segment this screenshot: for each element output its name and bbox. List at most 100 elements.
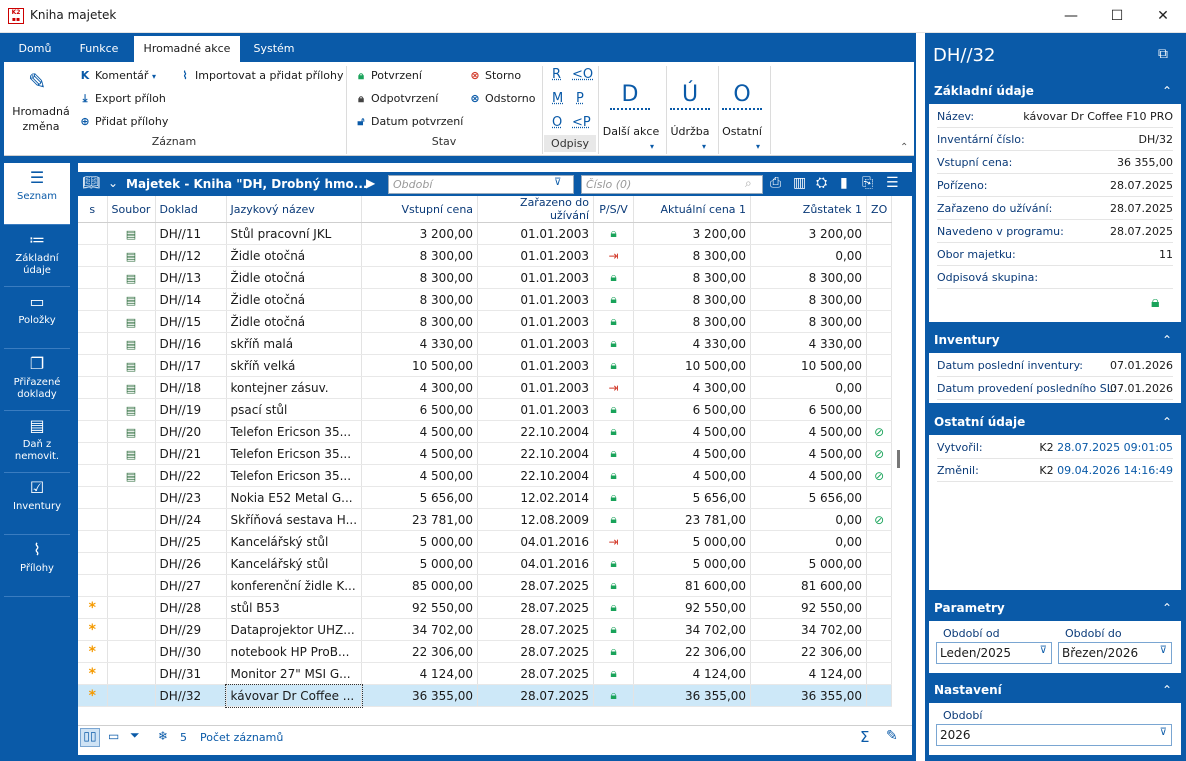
- file-icon[interactable]: ▤: [126, 316, 136, 329]
- col-vstupni-cena[interactable]: Vstupní cena: [361, 196, 479, 223]
- odpis-lo-button[interactable]: <O: [572, 67, 593, 82]
- file-icon[interactable]: ▤: [126, 448, 136, 461]
- file-icon[interactable]: ▤: [126, 338, 136, 351]
- col-doklad[interactable]: Doklad: [155, 196, 227, 223]
- group-icon[interactable]: ⛭: [816, 175, 827, 191]
- table-row[interactable]: ▤ DH//14 Židle otočná 8 300,00 01.01.2003 🔒︎ 8…: [78, 288, 893, 311]
- book-icon[interactable]: 📖︎: [82, 175, 100, 191]
- splitter[interactable]: [916, 33, 925, 761]
- table-row[interactable]: ▤ DH//15 Židle otočná 8 300,00 01.01.2003 🔒︎ 8…: [78, 310, 893, 333]
- table-row[interactable]: ▤ DH//13 Židle otočná 8 300,00 01.01.2003 🔒︎ 8…: [78, 266, 893, 289]
- tab-system[interactable]: Systém: [244, 36, 304, 62]
- table-row[interactable]: ▤ DH//19 psací stůl 6 500,00 01.01.2003 🔒︎ 6 5…: [78, 398, 893, 421]
- col-zo[interactable]: ZO: [866, 196, 893, 223]
- collapse-ribbon-icon[interactable]: ⌃: [900, 142, 908, 153]
- search-icon[interactable]: ⌕: [745, 176, 752, 191]
- scrollbar-thumb[interactable]: [897, 450, 900, 468]
- collapse-icon[interactable]: ⌃: [1157, 411, 1177, 433]
- col-s[interactable]: s: [78, 196, 108, 223]
- sidebar-item-seznam[interactable]: ☰ Seznam: [4, 163, 70, 225]
- section-ostatni-udaje-header[interactable]: Ostatní údaje ⌃: [929, 411, 1181, 433]
- menu-icon[interactable]: ☰: [886, 175, 899, 191]
- section-nastaveni-header[interactable]: Nastavení ⌃: [929, 679, 1181, 701]
- tab-domu[interactable]: Domů: [6, 36, 64, 62]
- close-button[interactable]: ✕: [1140, 0, 1186, 32]
- table-row[interactable]: ▤ DH//22 Telefon Ericson 35... 4 500,00 22.1…: [78, 464, 893, 487]
- print-icon[interactable]: ⎙: [770, 175, 781, 191]
- udrzba-button[interactable]: Údržba: [668, 125, 712, 138]
- table-row[interactable]: ▤ DH//17 skříň velká 10 500,00 01.01.2003 🔒︎ 1…: [78, 354, 893, 377]
- sidebar-item-inventury[interactable]: ☑ Inventury: [4, 473, 70, 535]
- export-icon[interactable]: ⎘: [862, 175, 873, 191]
- tab-hromadne-akce[interactable]: Hromadné akce: [134, 36, 240, 62]
- file-icon[interactable]: ▤: [126, 404, 136, 417]
- table-row[interactable]: * DH//30 notebook HP ProB... 22 306,00 28.07…: [78, 640, 893, 663]
- box-icon[interactable]: ▭: [108, 729, 119, 743]
- table-row[interactable]: ▤ DH//11 Stůl pracovní JKL 3 200,00 01.01.20…: [78, 222, 893, 245]
- obdobi-do-select[interactable]: Březen/2026 ⊽: [1058, 642, 1172, 664]
- komentar-button[interactable]: K Komentář ▾: [78, 69, 156, 82]
- obdobi-od-select[interactable]: Leden/2025 ⊽: [936, 642, 1052, 664]
- dalsi-akce-button[interactable]: Další akce: [602, 125, 660, 138]
- col-aktualni-cena[interactable]: Aktuální cena 1: [633, 196, 752, 223]
- table-row[interactable]: DH//27 konferenční židle K... 85 000,00 28.…: [78, 574, 893, 597]
- col-psv[interactable]: P/S/V: [593, 196, 635, 223]
- table-row[interactable]: DH//24 Skříňová sestava H... 23 781,00 12.0…: [78, 508, 893, 531]
- cislo-input[interactable]: Číslo (0): [581, 175, 763, 194]
- file-icon[interactable]: ▤: [126, 272, 136, 285]
- odpis-o-button[interactable]: O: [552, 115, 562, 130]
- datum-potvrzeni-button[interactable]: 🔓︎ Datum potvrzení: [354, 115, 463, 129]
- table-row[interactable]: ▤ DH//20 Telefon Ericson 35... 4 500,00 22.1…: [78, 420, 893, 443]
- ostatni-button[interactable]: Ostatní: [720, 125, 764, 138]
- section-inventury-header[interactable]: Inventury ⌃: [929, 329, 1181, 351]
- collapse-icon[interactable]: ⌃: [1157, 679, 1177, 701]
- pocet-zaznamu-button[interactable]: Počet záznamů: [200, 731, 283, 744]
- file-icon[interactable]: ▤: [126, 426, 136, 439]
- sidebar-item-polozky[interactable]: ▭ Položky: [4, 287, 70, 349]
- file-icon[interactable]: ▤: [126, 294, 136, 307]
- file-icon[interactable]: ▤: [126, 228, 136, 241]
- storno-button[interactable]: ⊗ Storno: [468, 69, 521, 82]
- col-zustatek[interactable]: Zůstatek 1: [750, 196, 868, 223]
- odpis-p-button[interactable]: P: [576, 91, 584, 106]
- barcode-icon[interactable]: ▮: [840, 175, 848, 191]
- minimize-button[interactable]: —: [1048, 0, 1094, 32]
- sum-icon[interactable]: Σ: [860, 728, 869, 746]
- popout-icon[interactable]: ⧉: [1158, 46, 1168, 62]
- book-icon[interactable]: ▯▯: [80, 728, 100, 747]
- play-icon[interactable]: ▶: [366, 176, 375, 190]
- sidebar-item-prirazene-doklady[interactable]: ❐ Přiřazené doklady: [4, 349, 70, 411]
- col-jazykovy-nazev[interactable]: Jazykový název: [226, 196, 363, 223]
- section-zakladni-udaje-header[interactable]: Základní údaje ⌃: [929, 80, 1181, 102]
- odpis-r-button[interactable]: R: [552, 67, 561, 82]
- collapse-icon[interactable]: ⌃: [1157, 597, 1177, 619]
- odpotvrzeni-button[interactable]: 🔒︎ Odpotvrzení: [354, 92, 438, 106]
- collapse-icon[interactable]: ⌃: [1157, 80, 1177, 102]
- table-row[interactable]: * DH//31 Monitor 27" MSI G... 4 124,00 28.07…: [78, 662, 893, 685]
- table-row[interactable]: * DH//28 stůl B53 92 550,00 28.07.2025 🔒︎ 92 5…: [78, 596, 893, 619]
- file-icon[interactable]: ▤: [126, 382, 136, 395]
- table-row[interactable]: ▤ DH//21 Telefon Ericson 35... 4 500,00 22.1…: [78, 442, 893, 465]
- snowflake-icon[interactable]: ❄: [158, 729, 168, 743]
- dropdown-icon[interactable]: ⊽: [554, 177, 561, 188]
- chevron-down-icon[interactable]: ⌄: [108, 176, 118, 190]
- table-row[interactable]: * DH//32 kávovar Dr Coffee ... 36 355,00 28.…: [78, 683, 893, 708]
- importovat-button[interactable]: ⌇ Importovat a přidat přílohy: [178, 69, 343, 82]
- sidebar-item-dan-z-nemovit[interactable]: ▤ Daň z nemovit.: [4, 411, 70, 473]
- pridat-prilohy-button[interactable]: ⊕ Přidat přílohy: [78, 115, 168, 128]
- file-icon[interactable]: ▤: [126, 250, 136, 263]
- odpis-m-button[interactable]: M: [552, 91, 563, 106]
- table-row[interactable]: DH//25 Kancelářský stůl 5 000,00 04.01.2016…: [78, 530, 893, 553]
- sidebar-item-zakladni-udaje[interactable]: ≔ Základní údaje: [4, 225, 70, 287]
- table-row[interactable]: ▤ DH//12 Židle otočná 8 300,00 01.01.2003 ⇥ 8 …: [78, 244, 893, 267]
- odpis-lp-button[interactable]: <P: [572, 115, 591, 130]
- potvrzeni-button[interactable]: 🔒︎ Potvrzení: [354, 69, 422, 83]
- tab-funkce[interactable]: Funkce: [68, 36, 130, 62]
- table-row[interactable]: ▤ DH//16 skříň malá 4 330,00 01.01.2003 🔒︎ 4 3…: [78, 332, 893, 355]
- table-row[interactable]: ▤ DH//18 kontejner zásuv. 4 300,00 01.01.200…: [78, 376, 893, 399]
- edit-icon[interactable]: ✎: [886, 728, 898, 744]
- sidebar-item-prilohy[interactable]: ⌇ Přílohy: [4, 535, 70, 597]
- odstorno-button[interactable]: ⊗ Odstorno: [468, 92, 535, 105]
- file-icon[interactable]: ▤: [126, 470, 136, 483]
- col-soubor[interactable]: Soubor: [107, 196, 156, 223]
